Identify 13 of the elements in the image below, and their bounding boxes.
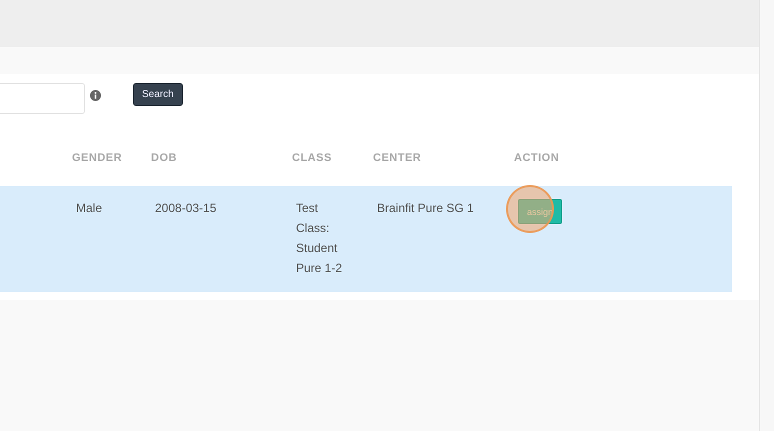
column-header: GENDER bbox=[72, 152, 122, 164]
table-cell: Male bbox=[76, 201, 102, 215]
table-cell: 2008-03-15 bbox=[155, 201, 216, 215]
search-field[interactable] bbox=[0, 83, 85, 114]
search-button[interactable]: Search bbox=[133, 83, 183, 106]
column-header: CLASS bbox=[292, 152, 332, 164]
column-header: ACTION bbox=[514, 152, 560, 164]
info-icon bbox=[90, 90, 101, 101]
table-cell-text: Test Class: Student Pure 1-2 bbox=[296, 200, 344, 277]
column-header: DOB bbox=[151, 152, 177, 164]
column-header: CENTER bbox=[373, 152, 422, 164]
table-cell: Brainfit Pure SG 1 bbox=[377, 201, 474, 215]
click-marker bbox=[506, 185, 554, 233]
